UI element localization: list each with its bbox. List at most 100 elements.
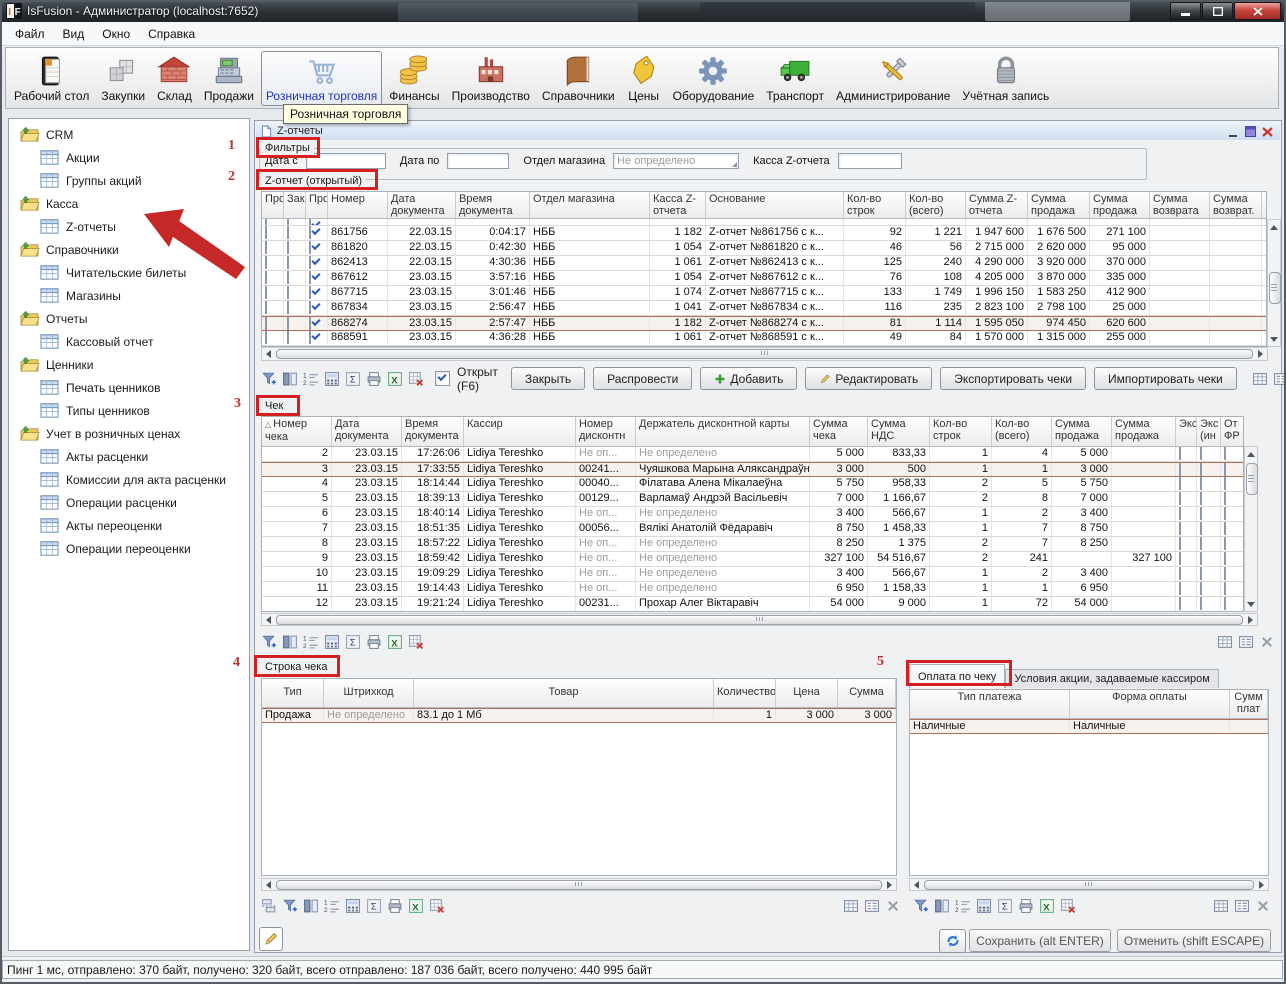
column-header[interactable]: Кол-во строк [930, 417, 992, 446]
sidebar-item[interactable]: Ценники [9, 353, 249, 376]
toolbar-item-stock[interactable]: Склад [152, 51, 197, 106]
column-header[interactable]: Дата документа [388, 192, 456, 218]
row-checkbox[interactable] [1200, 507, 1202, 520]
column-header[interactable]: Основание [706, 192, 844, 218]
grid-icon[interactable] [1252, 371, 1268, 387]
excel-icon[interactable]: X [408, 898, 424, 914]
close-icon[interactable] [1259, 634, 1275, 650]
payment-hscrollbar[interactable] [909, 878, 1269, 891]
row-checkbox[interactable] [1224, 567, 1226, 580]
receipt-line-hscrollbar[interactable] [261, 878, 897, 891]
toolbar-item-production[interactable]: Производство [447, 51, 535, 106]
table-row[interactable]: 723.03.1518:51:35Lidiya Tereshko00056...… [262, 522, 1243, 537]
grid-icon[interactable] [1213, 898, 1229, 914]
panel-close-icon[interactable] [1261, 125, 1274, 137]
column-header[interactable]: Количество [714, 679, 776, 707]
columns-icon[interactable] [282, 371, 298, 387]
sidebar-item[interactable]: Справочники [9, 238, 249, 261]
row-checkbox[interactable] [1179, 477, 1181, 490]
table-row[interactable]: 423.03.1518:14:44Lidiya Tereshko00040...… [262, 477, 1243, 492]
column-header[interactable]: Сумма продажа [1112, 417, 1176, 446]
panel-maximize-icon[interactable] [1244, 125, 1257, 137]
row-checkbox[interactable] [309, 317, 311, 330]
sidebar-item[interactable]: Акты переоценки [9, 514, 249, 537]
row-checkbox[interactable] [265, 286, 267, 299]
cash-register-input[interactable] [838, 153, 902, 169]
print-icon[interactable] [366, 371, 382, 387]
row-checkbox[interactable] [1200, 582, 1202, 595]
table-row[interactable]: ПродажаНе определено83.1 до 1 Мб13 0003 … [262, 708, 896, 723]
sidebar-item[interactable]: Группы акций [9, 169, 249, 192]
zreport-vscrollbar[interactable] [1267, 219, 1281, 347]
row-checkbox[interactable] [287, 226, 289, 239]
column-header[interactable]: Кассир [464, 417, 576, 446]
row-checkbox[interactable] [1224, 537, 1226, 550]
toolbar-item-account-lock[interactable]: Учётная запись [957, 51, 1054, 106]
toolbar-item-sales[interactable]: Продажи [199, 51, 259, 106]
row-checkbox[interactable] [309, 256, 311, 269]
row-checkbox[interactable] [1179, 492, 1181, 505]
row-checkbox[interactable] [309, 219, 311, 225]
row-checkbox[interactable] [1200, 477, 1202, 490]
column-header[interactable]: Закр [284, 192, 306, 218]
row-checkbox[interactable] [287, 271, 289, 284]
print-icon[interactable] [387, 898, 403, 914]
row-checkbox[interactable] [287, 301, 289, 314]
sidebar-item[interactable]: Касса [9, 192, 249, 215]
sidebar-item[interactable]: Учет в розничных ценах [9, 422, 249, 445]
sidebar-item[interactable]: Комиссии для акта расценки [9, 468, 249, 491]
table-row[interactable]: НаличныеНаличные [910, 719, 1268, 734]
table-row[interactable]: 86182022.03.150:42:30НББ1 054Z-отчет №86… [262, 241, 1266, 256]
row-checkbox[interactable] [1224, 447, 1226, 460]
payment-table[interactable]: Тип платежаФорма оплатыСумм платНаличные… [909, 689, 1269, 876]
sidebar-item[interactable]: Акции [9, 146, 249, 169]
column-header[interactable]: Экс (ин [1197, 417, 1221, 446]
print-icon[interactable] [366, 634, 382, 650]
sidebar-item[interactable]: Печать ценников [9, 376, 249, 399]
table-row[interactable]: 86771523.03.153:01:46НББ1 074Z-отчет №86… [262, 286, 1266, 301]
row-checkbox[interactable] [287, 219, 289, 225]
maximize-button[interactable] [1202, 2, 1233, 20]
panel-minimize-icon[interactable] [1227, 125, 1240, 137]
filter-icon[interactable] [282, 898, 298, 914]
print-icon[interactable] [1018, 898, 1034, 914]
table-row[interactable]: 86241322.03.154:30:36НББ1 061Z-отчет №86… [262, 256, 1266, 271]
row-checkbox[interactable] [1179, 552, 1181, 565]
toolbar-item-purchases[interactable]: Закупки [96, 51, 150, 106]
numlist-icon[interactable]: 12 [303, 371, 319, 387]
row-checkbox[interactable] [265, 301, 267, 314]
row-checkbox[interactable] [1200, 522, 1202, 535]
column-header[interactable]: Сумма [838, 679, 896, 707]
column-header[interactable]: Про [306, 192, 328, 218]
menu-help[interactable]: Справка [139, 24, 204, 44]
sidebar-item[interactable]: Кассовый отчет [9, 330, 249, 353]
calc-icon[interactable] [324, 634, 340, 650]
row-checkbox[interactable] [265, 331, 267, 344]
column-header[interactable]: Сумма чека [810, 417, 868, 446]
row-checkbox[interactable] [1179, 597, 1181, 610]
row-checkbox[interactable] [265, 241, 267, 254]
save-button[interactable]: Сохранить (alt ENTER) [969, 929, 1111, 952]
row-checkbox[interactable] [1224, 463, 1226, 476]
column-header[interactable]: Номер [328, 192, 388, 218]
numlist-icon[interactable]: 12 [303, 634, 319, 650]
column-header[interactable]: Сумма возврат. [1210, 192, 1262, 218]
date-from-input[interactable] [306, 153, 386, 169]
toolbar-item-transport-truck[interactable]: Транспорт [761, 51, 829, 106]
action-button[interactable]: Редактировать [805, 367, 932, 390]
filter-icon[interactable] [261, 634, 277, 650]
column-header[interactable]: Время документа [456, 192, 530, 218]
sidebar-item[interactable]: CRM [9, 123, 249, 146]
row-checkbox[interactable] [1179, 522, 1181, 535]
row-checkbox[interactable] [265, 219, 267, 225]
column-header[interactable]: Сумма продажа [1028, 192, 1090, 218]
receipt-hscrollbar[interactable] [261, 613, 1258, 626]
row-checkbox[interactable] [287, 286, 289, 299]
calc-icon[interactable] [324, 371, 340, 387]
column-header[interactable]: Товар [414, 679, 714, 707]
column-header[interactable]: Сумм плат [1230, 690, 1268, 718]
sigma-icon[interactable]: Σ [997, 898, 1013, 914]
row-checkbox[interactable] [1224, 597, 1226, 610]
column-header[interactable]: Форма оплаты [1070, 690, 1230, 718]
row-checkbox[interactable] [287, 317, 289, 330]
